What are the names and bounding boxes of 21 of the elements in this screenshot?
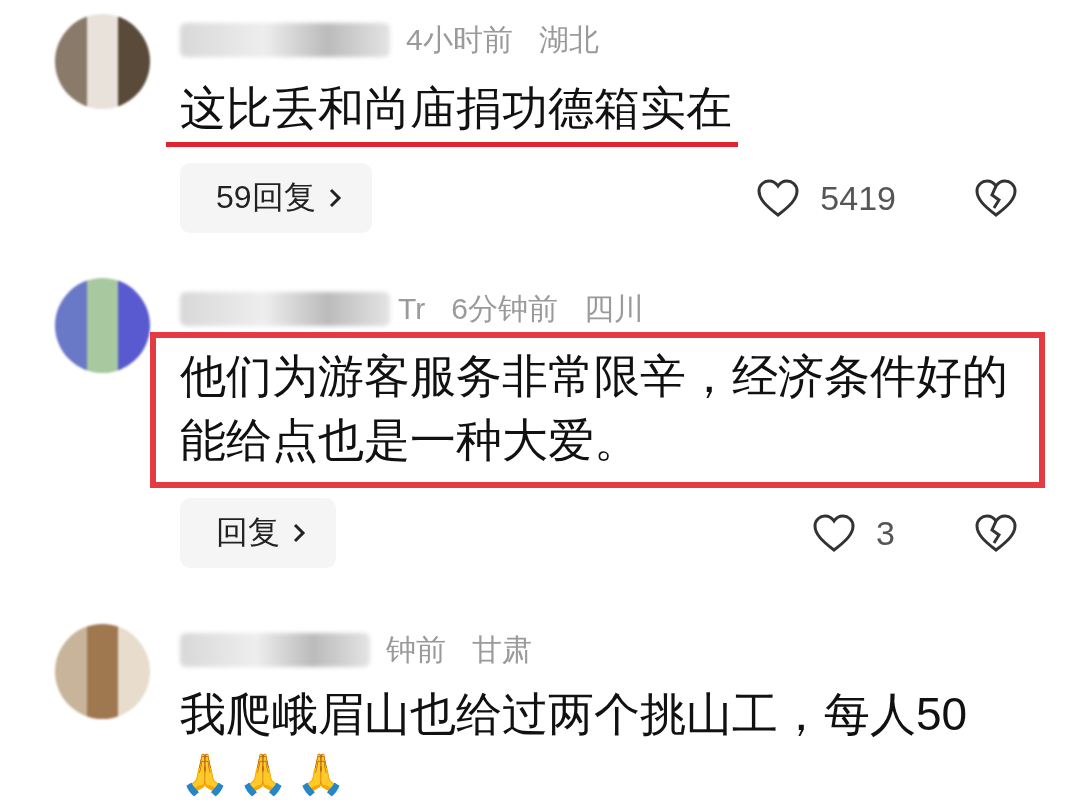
broken-heart-icon[interactable] [974,177,1018,219]
comment-text: 他们为游客服务非常限辛，经济条件好的能给点也是一种大爱。 [150,332,1045,488]
reply-button[interactable]: 59回复 [180,163,372,233]
heart-icon[interactable] [812,513,856,553]
comment-region: 甘肃 [472,631,532,668]
comment-time: 6分钟前 [451,290,558,327]
comment-text: 这比丢和尚庙捐功德箱实在 [166,76,738,147]
chevron-icon [292,522,306,544]
comment-time: 4小时前 [406,21,513,58]
heart-icon[interactable] [756,178,801,218]
username: Tr [398,292,426,326]
comment-region: 湖北 [538,21,599,58]
broken-heart-icon[interactable] [974,512,1018,554]
comment-region: 四川 [583,290,644,327]
comment-time: 钟前 [386,631,446,668]
like-count: 3 [876,513,896,553]
emoji-text: 🙏🙏🙏 [180,751,355,798]
like-count: 5419 [820,178,896,218]
chevron-icon [327,187,342,209]
reply-button[interactable]: 回复 [180,498,336,568]
comment-text: 我爬峨眉山也给过两个挑山工，每人50 [180,687,969,742]
